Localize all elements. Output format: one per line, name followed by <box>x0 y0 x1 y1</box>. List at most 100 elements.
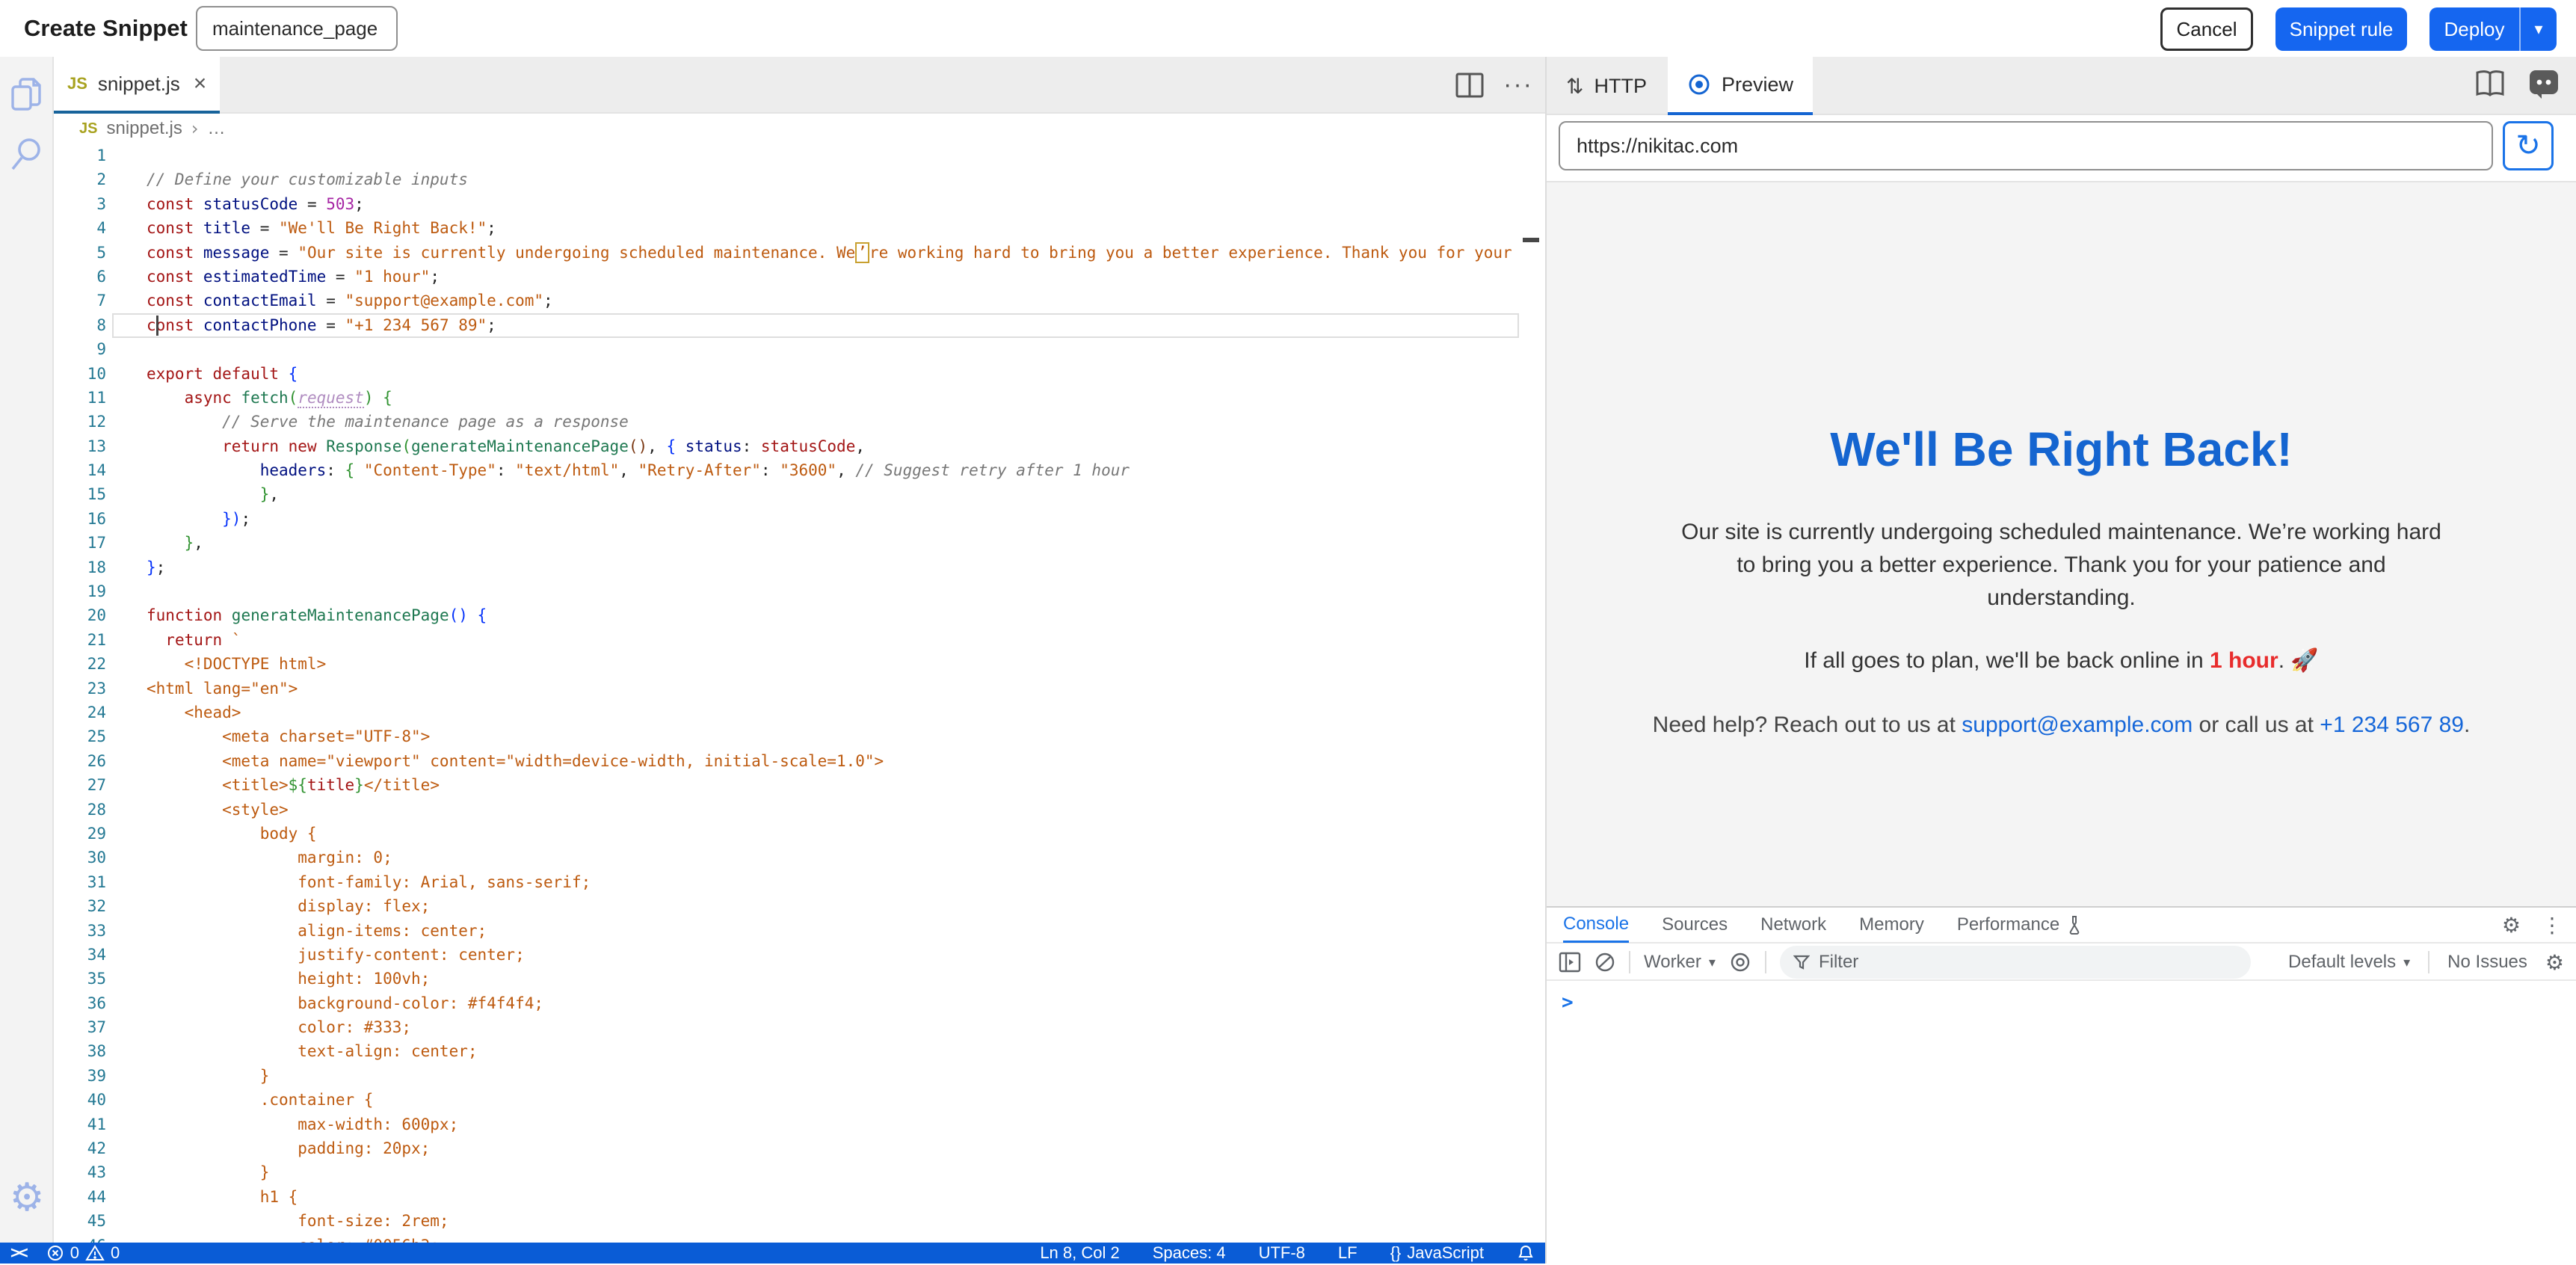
code-line[interactable] <box>147 579 1517 603</box>
issues-counter[interactable]: No Issues <box>2447 952 2527 973</box>
devtools-tab-performance[interactable]: Performance <box>1957 907 2083 943</box>
code-line[interactable]: justify-content: center; <box>147 943 1517 967</box>
support-email-link[interactable]: support@example.com <box>1962 712 2193 737</box>
code-line[interactable]: }, <box>147 531 1517 555</box>
code-line[interactable]: const message = "Our site is currently u… <box>147 241 1517 265</box>
code-line[interactable]: h1 { <box>147 1185 1517 1209</box>
code-line[interactable]: headers: { "Content-Type": "text/html", … <box>147 458 1517 482</box>
code-line[interactable]: const statusCode = 503; <box>147 192 1517 216</box>
code-line[interactable]: export default { <box>147 362 1517 386</box>
devtools-tab-network[interactable]: Network <box>1760 907 1826 943</box>
code-line[interactable]: // Define your customizable inputs <box>147 167 1517 191</box>
breadcrumb-file[interactable]: snippet.js <box>106 118 182 139</box>
line-number[interactable]: 2 <box>54 167 106 191</box>
code-line[interactable]: const estimatedTime = "1 hour"; <box>147 265 1517 289</box>
code-line[interactable]: text-align: center; <box>147 1039 1517 1063</box>
code-editor[interactable]: 1234567891011121314151617181920212223242… <box>54 144 1545 1243</box>
code-line[interactable]: align-items: center; <box>147 919 1517 943</box>
preview-url-input[interactable] <box>1559 121 2493 170</box>
line-number[interactable]: 44 <box>54 1185 106 1209</box>
line-number[interactable]: 24 <box>54 701 106 724</box>
breadcrumb[interactable]: JS snippet.js › … <box>54 114 1545 144</box>
code-line[interactable]: return new Response(generateMaintenanceP… <box>147 434 1517 458</box>
indentation-setting[interactable]: Spaces: 4 <box>1153 1243 1226 1263</box>
console-output[interactable]: > <box>1547 982 2576 1265</box>
line-number[interactable]: 34 <box>54 943 106 967</box>
tab-preview[interactable]: Preview <box>1668 57 1813 115</box>
discord-icon[interactable] <box>2528 69 2560 99</box>
line-number[interactable]: 38 <box>54 1039 106 1063</box>
snippet-name-input[interactable] <box>196 6 398 51</box>
phone-link[interactable]: +1 234 567 89 <box>2320 712 2464 737</box>
encoding-setting[interactable]: UTF-8 <box>1259 1243 1305 1263</box>
language-mode[interactable]: {} JavaScript <box>1390 1243 1484 1263</box>
line-number[interactable]: 21 <box>54 628 106 652</box>
code-line[interactable]: <!DOCTYPE html> <box>147 652 1517 676</box>
code-line[interactable]: color: #0056b3; <box>147 1234 1517 1243</box>
line-number[interactable]: 5 <box>54 241 106 265</box>
line-number[interactable]: 27 <box>54 773 106 797</box>
line-number[interactable]: 11 <box>54 386 106 410</box>
devtools-settings-gear-icon[interactable]: ⚙ <box>2502 913 2521 938</box>
more-actions-icon[interactable]: ··· <box>1503 70 1533 99</box>
line-number[interactable]: 45 <box>54 1209 106 1233</box>
chevron-down-icon[interactable]: ▾ <box>2521 20 2557 39</box>
line-number[interactable]: 23 <box>54 677 106 701</box>
devtools-tab-memory[interactable]: Memory <box>1859 907 1924 943</box>
code-line[interactable]: const contactPhone = "+1 234 567 89"; <box>147 313 1517 337</box>
line-number[interactable]: 31 <box>54 870 106 894</box>
line-number[interactable]: 14 <box>54 458 106 482</box>
search-icon[interactable] <box>0 136 54 172</box>
line-number[interactable]: 19 <box>54 579 106 603</box>
line-number[interactable]: 40 <box>54 1088 106 1112</box>
code-line[interactable]: async fetch(request) { <box>147 386 1517 410</box>
code-line[interactable]: background-color: #f4f4f4; <box>147 991 1517 1015</box>
line-number[interactable]: 17 <box>54 531 106 555</box>
cursor-position[interactable]: Ln 8, Col 2 <box>1040 1243 1119 1263</box>
code-line[interactable]: color: #333; <box>147 1015 1517 1039</box>
line-number[interactable]: 4 <box>54 216 106 240</box>
line-number[interactable]: 33 <box>54 919 106 943</box>
console-prompt[interactable]: > <box>1562 991 1574 1014</box>
line-number[interactable]: 35 <box>54 967 106 991</box>
code-line[interactable]: const contactEmail = "support@example.co… <box>147 289 1517 313</box>
code-line[interactable]: height: 100vh; <box>147 967 1517 991</box>
code-lines[interactable]: // Define your customizable inputsconst … <box>147 144 1517 1243</box>
line-number[interactable]: 30 <box>54 846 106 870</box>
line-number[interactable]: 1 <box>54 144 106 167</box>
line-number[interactable]: 26 <box>54 749 106 773</box>
code-line[interactable]: <style> <box>147 798 1517 822</box>
deploy-button[interactable]: Deploy ▾ <box>2429 7 2557 51</box>
code-line[interactable]: const title = "We'll Be Right Back!"; <box>147 216 1517 240</box>
code-line[interactable]: }; <box>147 555 1517 579</box>
devtools-tab-console[interactable]: Console <box>1563 907 1629 943</box>
code-line[interactable] <box>147 144 1517 167</box>
refresh-button[interactable]: ↻ <box>2503 121 2554 170</box>
code-line[interactable]: body { <box>147 822 1517 846</box>
clear-console-icon[interactable] <box>1594 952 1615 973</box>
console-context-select[interactable]: Worker ▾ <box>1644 952 1716 973</box>
line-number[interactable]: 7 <box>54 289 106 313</box>
live-expression-eye-icon[interactable] <box>1729 951 1751 973</box>
log-levels-select[interactable]: Default levels ▾ <box>2288 952 2410 973</box>
line-number[interactable]: 25 <box>54 724 106 748</box>
devtools-tab-sources[interactable]: Sources <box>1662 907 1728 943</box>
code-line[interactable]: <meta name="viewport" content="width=dev… <box>147 749 1517 773</box>
deploy-button-label[interactable]: Deploy <box>2429 18 2519 41</box>
line-number[interactable]: 46 <box>54 1234 106 1243</box>
line-number[interactable]: 13 <box>54 434 106 458</box>
line-number[interactable]: 29 <box>54 822 106 846</box>
code-line[interactable]: return ` <box>147 628 1517 652</box>
line-number[interactable]: 8 <box>54 313 106 337</box>
docs-book-icon[interactable] <box>2474 69 2506 99</box>
line-number[interactable]: 41 <box>54 1112 106 1136</box>
close-icon[interactable]: × <box>194 71 207 96</box>
code-line[interactable]: <title>${title}</title> <box>147 773 1517 797</box>
remote-indicator-icon[interactable]: >< <box>10 1243 27 1263</box>
code-line[interactable]: max-width: 600px; <box>147 1112 1517 1136</box>
line-number[interactable]: 12 <box>54 410 106 434</box>
kebab-menu-icon[interactable]: ⋮ <box>2542 913 2563 938</box>
notifications-bell-icon[interactable] <box>1517 1244 1535 1262</box>
line-number[interactable]: 32 <box>54 894 106 918</box>
line-number[interactable]: 9 <box>54 337 106 361</box>
